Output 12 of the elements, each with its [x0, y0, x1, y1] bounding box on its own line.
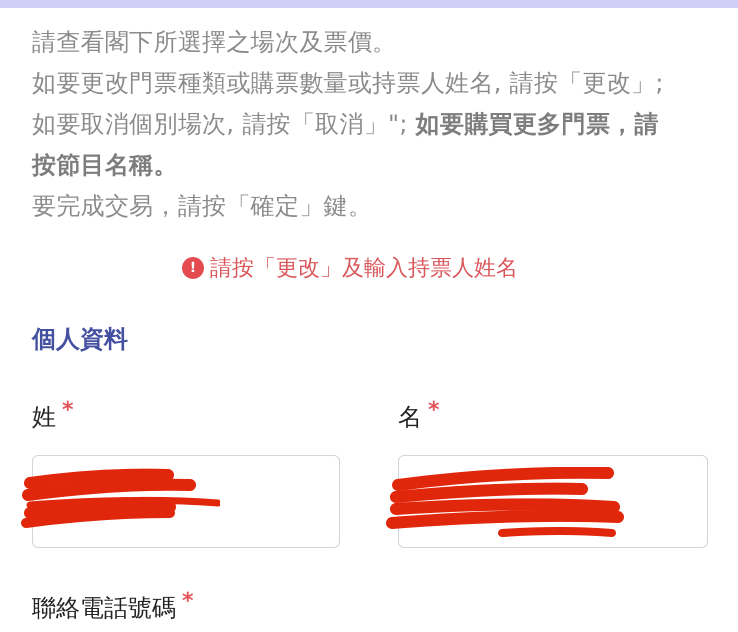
alert-icon: ! [182, 257, 204, 279]
required-mark: * [182, 592, 194, 612]
instruction-text: 要完成交易，請按「確定」鍵。 [32, 191, 374, 222]
required-mark: * [428, 401, 440, 421]
field-label: 聯絡電話號碼 [32, 593, 176, 624]
field-label: 名 [398, 402, 422, 433]
required-mark: * [62, 401, 74, 421]
instruction-text: 如要更改門票種類或購票數量或持票人姓名, 請按「更改」; 如要取消個別場次, 請按「取消」"; 如要購買更多門票，請按節目名稱。 [32, 68, 665, 181]
error-message: 請按「更改」及輸入持票人姓名 [210, 255, 518, 283]
instruction-text: 請查看閣下所選擇之場次及票價。 [32, 27, 398, 58]
section-title: 個人資料 [32, 324, 129, 355]
field-label: 姓 [32, 402, 56, 433]
